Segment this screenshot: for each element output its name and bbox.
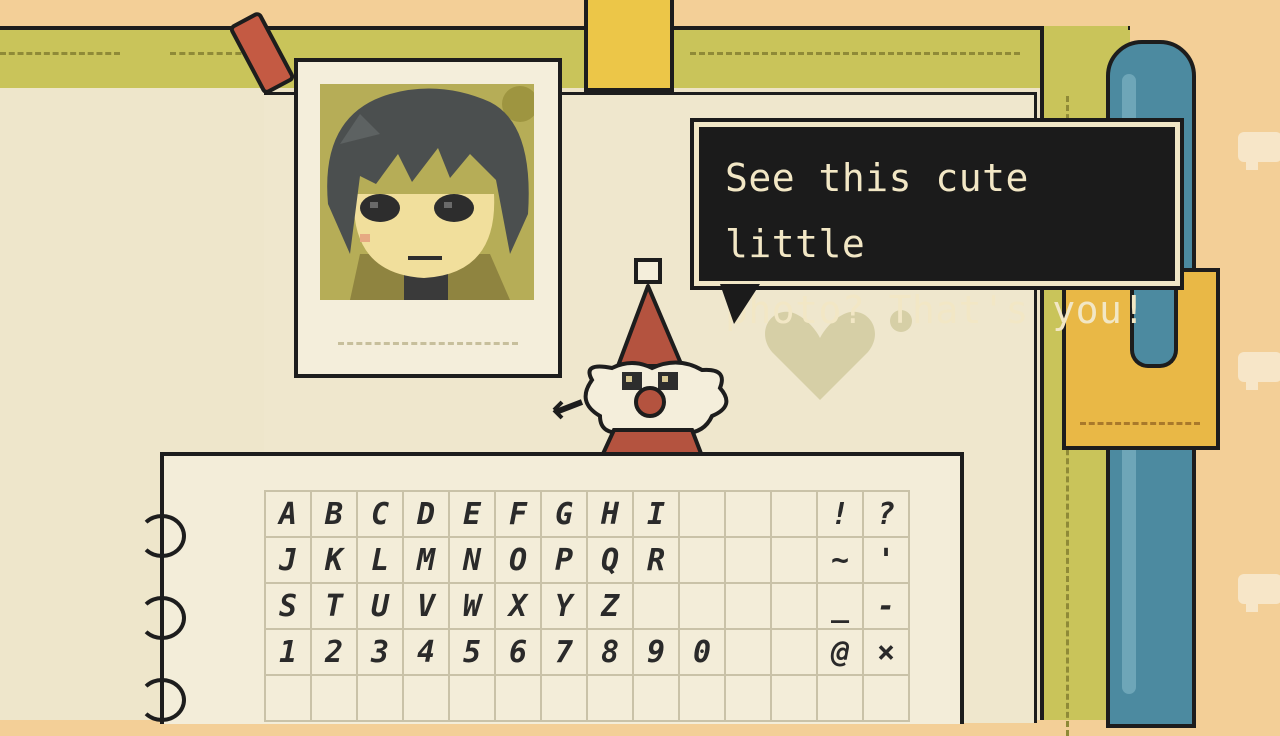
key-cell[interactable]: 8 bbox=[588, 630, 634, 676]
cloud-decoration bbox=[1238, 352, 1280, 390]
empty-key-cell bbox=[772, 630, 818, 676]
empty-key-cell bbox=[680, 584, 726, 630]
binder-ring bbox=[138, 678, 186, 722]
empty-key-cell bbox=[772, 538, 818, 584]
key-cell[interactable]: ! bbox=[818, 492, 864, 538]
key-cell[interactable]: 9 bbox=[634, 630, 680, 676]
key-cell[interactable]: ' bbox=[864, 538, 910, 584]
key-cell[interactable]: E bbox=[450, 492, 496, 538]
empty-key-cell bbox=[680, 538, 726, 584]
empty-key-cell bbox=[680, 492, 726, 538]
empty-key-cell bbox=[588, 676, 634, 722]
key-cell[interactable]: L bbox=[358, 538, 404, 584]
key-cell[interactable]: 3 bbox=[358, 630, 404, 676]
cloud-decoration bbox=[1238, 132, 1280, 170]
character-grid: A B C D E F G H I!? J K L M N O P Q R ~ ' S T U V W X Y Z _ - 1 2 3 4 5 6 7 8… bbox=[264, 490, 910, 722]
key-cell[interactable]: G bbox=[542, 492, 588, 538]
empty-key-cell bbox=[634, 676, 680, 722]
key-cell[interactable]: @ bbox=[818, 630, 864, 676]
empty-key-cell bbox=[772, 492, 818, 538]
key-cell[interactable]: S bbox=[266, 584, 312, 630]
empty-key-cell bbox=[266, 676, 312, 722]
key-cell[interactable]: Y bbox=[542, 584, 588, 630]
character-photo-polaroid bbox=[294, 58, 562, 378]
photo-caption-line bbox=[338, 342, 518, 345]
empty-key-cell bbox=[496, 676, 542, 722]
key-cell[interactable]: - bbox=[864, 584, 910, 630]
key-cell[interactable]: 7 bbox=[542, 630, 588, 676]
key-cell[interactable]: I bbox=[634, 492, 680, 538]
binder-ring bbox=[138, 514, 186, 558]
key-cell[interactable]: V bbox=[404, 584, 450, 630]
name-entry-keyboard-sheet: A B C D E F G H I!? J K L M N O P Q R ~ ' S T U V W X Y Z _ - 1 2 3 4 5 6 7 8… bbox=[138, 452, 964, 724]
character-portrait bbox=[320, 84, 534, 300]
key-cell[interactable]: N bbox=[450, 538, 496, 584]
key-cell[interactable]: D bbox=[404, 492, 450, 538]
key-cell[interactable]: R bbox=[634, 538, 680, 584]
key-cell[interactable]: 2 bbox=[312, 630, 358, 676]
empty-key-cell bbox=[772, 676, 818, 722]
key-cell[interactable]: F bbox=[496, 492, 542, 538]
key-cell[interactable]: 4 bbox=[404, 630, 450, 676]
empty-key-cell bbox=[726, 584, 772, 630]
dialogue-box[interactable]: See this cute little photo? That's you! bbox=[690, 118, 1184, 332]
key-cell[interactable]: 1 bbox=[266, 630, 312, 676]
key-cell[interactable]: M bbox=[404, 538, 450, 584]
key-cell[interactable]: _ bbox=[818, 584, 864, 630]
empty-key-cell bbox=[726, 630, 772, 676]
empty-key-cell bbox=[818, 676, 864, 722]
key-cell[interactable]: P bbox=[542, 538, 588, 584]
key-cell[interactable]: 5 bbox=[450, 630, 496, 676]
empty-key-cell bbox=[542, 676, 588, 722]
key-cell[interactable]: Z bbox=[588, 584, 634, 630]
key-cell[interactable]: X bbox=[496, 584, 542, 630]
empty-key-cell bbox=[680, 676, 726, 722]
key-cell[interactable]: × bbox=[864, 630, 910, 676]
key-cell[interactable]: O bbox=[496, 538, 542, 584]
empty-key-cell bbox=[634, 584, 680, 630]
empty-key-cell bbox=[772, 584, 818, 630]
key-cell[interactable]: H bbox=[588, 492, 634, 538]
key-cell[interactable]: T bbox=[312, 584, 358, 630]
binder-top-strip bbox=[0, 26, 1130, 96]
empty-key-cell bbox=[312, 676, 358, 722]
yellow-tab bbox=[584, 0, 674, 92]
key-cell[interactable]: ~ bbox=[818, 538, 864, 584]
empty-key-cell bbox=[864, 676, 910, 722]
key-cell[interactable]: W bbox=[450, 584, 496, 630]
key-cell[interactable]: ? bbox=[864, 492, 910, 538]
empty-key-cell bbox=[726, 538, 772, 584]
empty-key-cell bbox=[404, 676, 450, 722]
empty-key-cell bbox=[450, 676, 496, 722]
key-cell[interactable]: B bbox=[312, 492, 358, 538]
empty-key-cell bbox=[726, 492, 772, 538]
binder-ring bbox=[138, 596, 186, 640]
cloud-decoration bbox=[1238, 574, 1280, 612]
key-cell[interactable]: K bbox=[312, 538, 358, 584]
dialogue-tail bbox=[720, 284, 760, 324]
key-cell[interactable]: Q bbox=[588, 538, 634, 584]
key-cell[interactable]: U bbox=[358, 584, 404, 630]
key-cell[interactable]: A bbox=[266, 492, 312, 538]
empty-key-cell bbox=[358, 676, 404, 722]
key-cell[interactable]: C bbox=[358, 492, 404, 538]
key-cell[interactable]: J bbox=[266, 538, 312, 584]
key-cell[interactable]: 0 bbox=[680, 630, 726, 676]
key-cell[interactable]: 6 bbox=[496, 630, 542, 676]
empty-key-cell bbox=[726, 676, 772, 722]
dialogue-text: See this cute little photo? That's you! bbox=[725, 156, 1146, 332]
